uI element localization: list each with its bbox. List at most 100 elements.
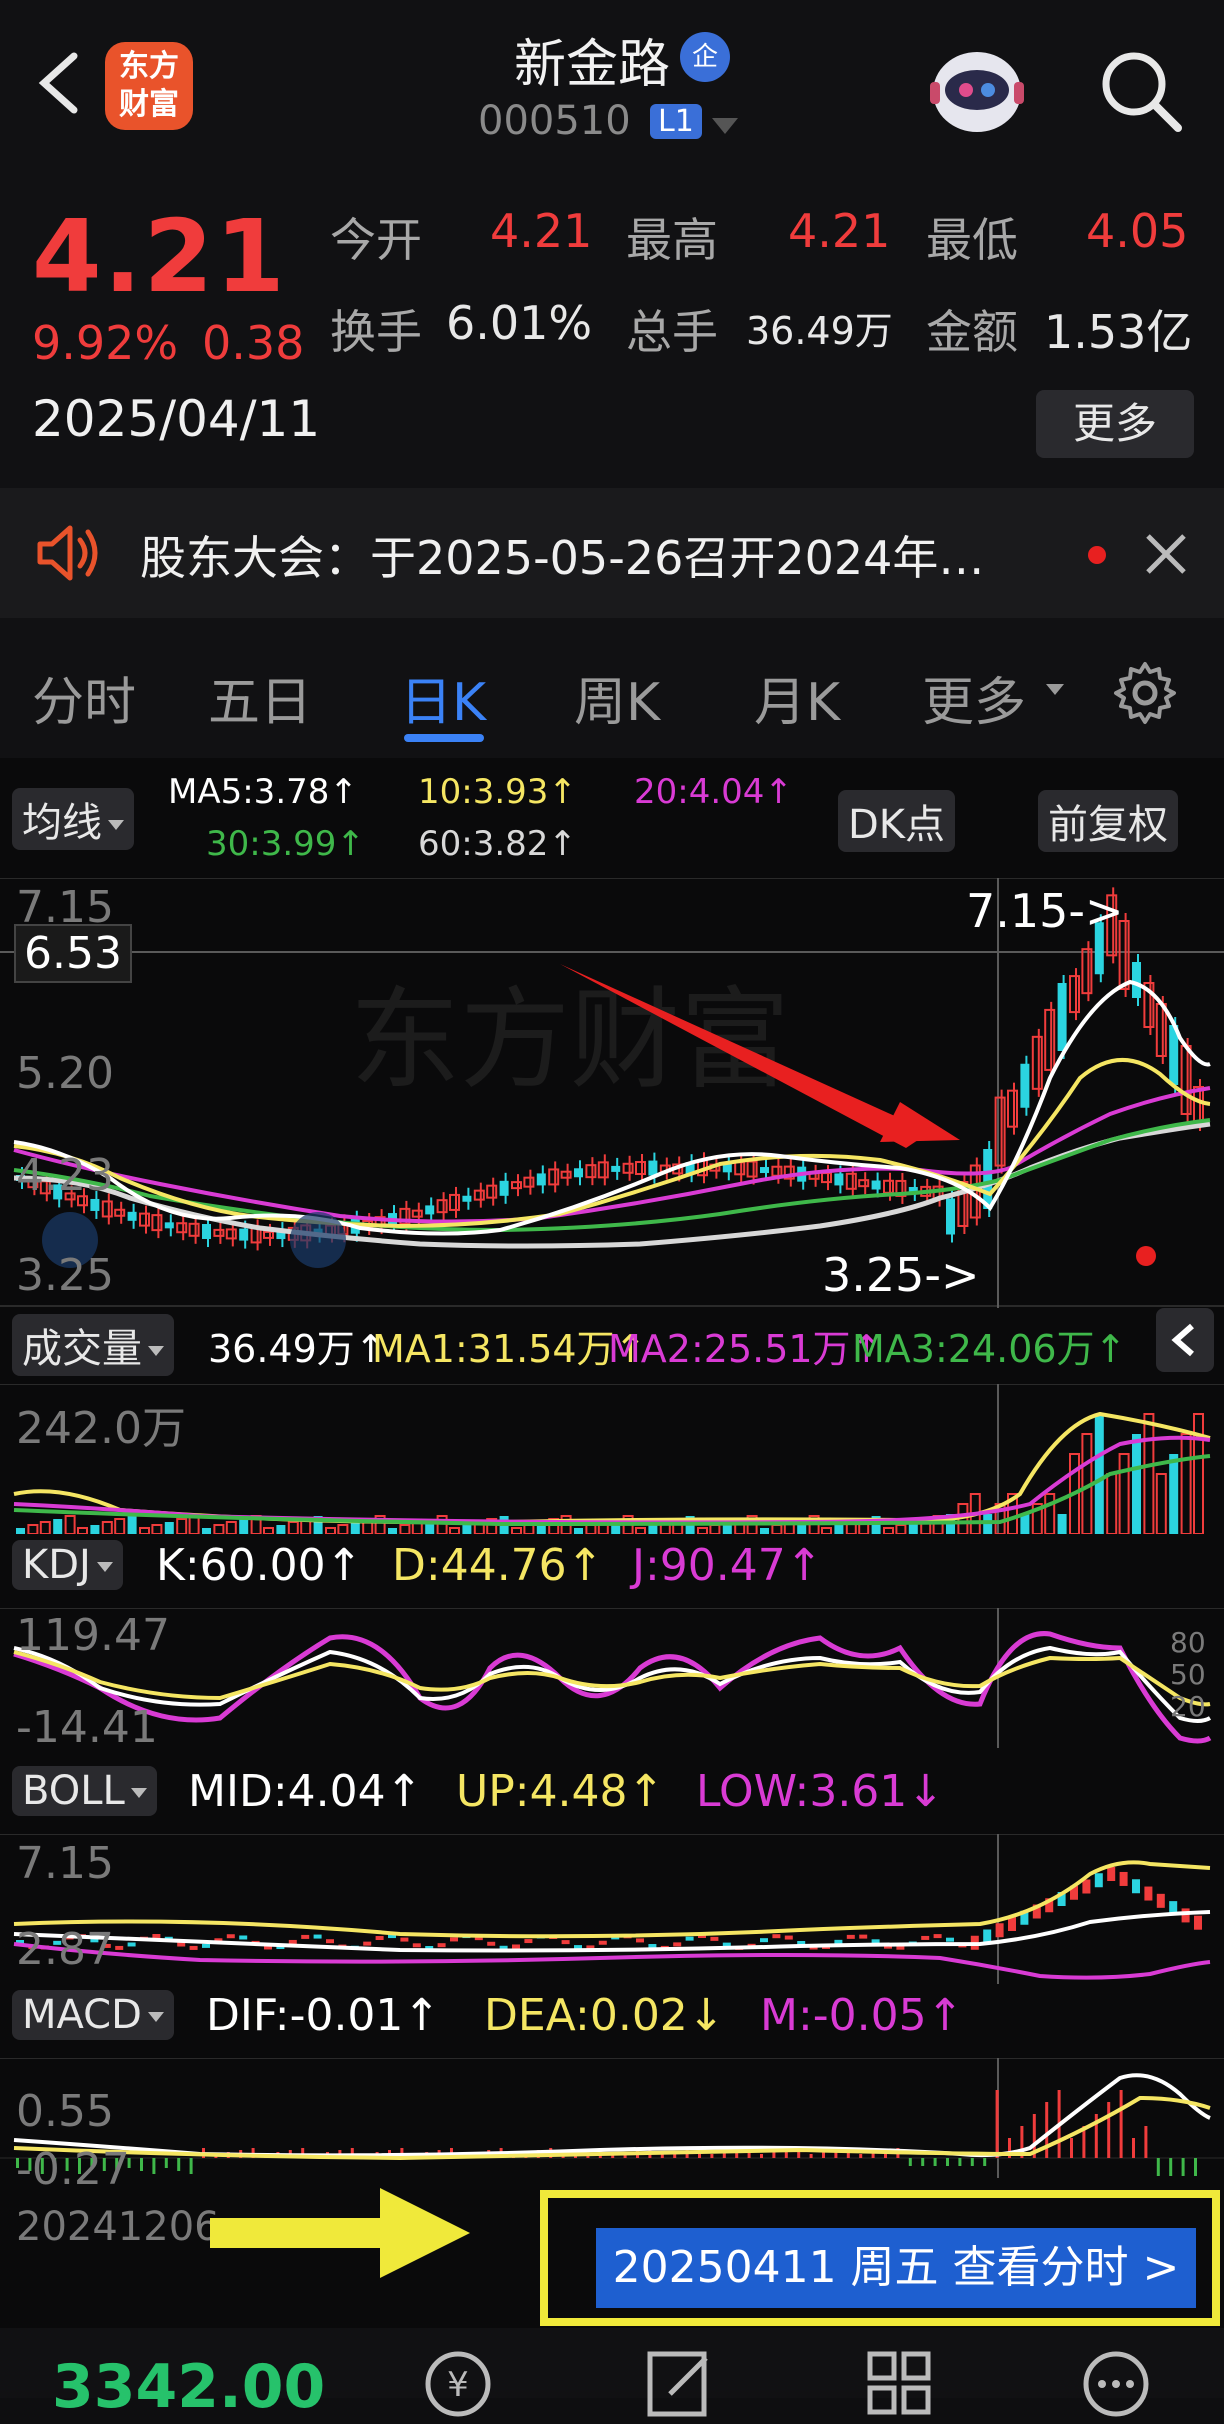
bottom-bar: 3342.00 ¥ [0,2328,1224,2422]
boll-candle [1094,1873,1103,1888]
marker-right-icon[interactable] [290,1212,346,1268]
tab-five-day[interactable]: 五日 [208,660,312,735]
boll-candle [177,1942,186,1947]
kline-y-low: 4.23 [16,1150,114,1201]
volume-bar [399,1524,411,1534]
boll-candle [450,1937,458,1942]
candle [648,1160,658,1176]
notice-text[interactable]: 股东大会：于2025-05-26召开2024年… [140,522,1040,588]
kline-y-bottom: 3.25 [16,1250,114,1301]
macd-bar [822,2152,825,2158]
macd-bar [1119,2090,1123,2158]
boll-candle [946,1937,954,1942]
boll-candle [239,1935,248,1940]
volume-bar [574,1528,583,1534]
candle [871,1180,881,1190]
tab-weekly-k[interactable]: 周K [574,660,660,735]
low-label: 最低 [926,213,1018,267]
volume-bar [511,1527,522,1534]
boll-candle [400,1937,409,1942]
volume-bar [350,1522,360,1534]
volume-bar [225,1521,237,1534]
candle [188,1222,200,1237]
kdj-chart[interactable] [0,1608,1224,1748]
candle [436,1199,448,1214]
macd-selector[interactable]: MACD [12,1990,174,2040]
candle [1069,975,1080,1014]
gear-icon[interactable] [1112,660,1178,726]
boll-candle [189,1945,198,1950]
macd-bar [164,2158,168,2168]
macd-bar [946,2158,949,2166]
header-bar: 东方 财富 新金路 企 000510 L1 [0,0,1224,168]
volume-bar [1180,1433,1192,1534]
chevron-down-icon [96,1562,113,1572]
level-badge[interactable]: L1 [650,104,702,139]
candle [574,1168,583,1178]
close-icon[interactable] [1140,528,1192,580]
high-value: 4.21 [788,204,891,258]
macd-bar [995,2090,999,2158]
boll-y-bottom: 2.87 [16,1924,114,1975]
candle [585,1164,597,1179]
edit-icon[interactable] [640,2344,720,2424]
dk-point-button[interactable]: DK点 [838,790,956,852]
ma10-value: 10:3.93↑ [418,772,577,812]
notice-bar[interactable]: 股东大会：于2025-05-26召开2024年… [0,488,1224,618]
more-details-button[interactable]: 更多 [1036,390,1194,458]
candle [151,1214,163,1232]
candle [239,1228,249,1241]
tab-daily-k[interactable]: 日K [400,660,486,735]
more-dots-icon[interactable] [1076,2344,1156,2424]
volume-selector[interactable]: 成交量 [12,1314,174,1376]
macd-m: M:-0.05↑ [760,1990,964,2041]
volume-bar [648,1525,658,1534]
candle [635,1161,646,1176]
chevron-down-icon[interactable] [712,118,738,134]
macd-chart[interactable] [0,2058,1224,2178]
candle [213,1228,225,1237]
boll-selector[interactable]: BOLL [12,1766,157,1816]
index-value[interactable]: 3342.00 [52,2352,325,2422]
kdj-d: D:44.76↑ [392,1540,604,1591]
macd-bar [983,2158,987,2166]
kdj-y-top: 119.47 [16,1610,170,1661]
volume-bar [771,1524,783,1534]
robot-avatar-icon[interactable] [924,40,1030,140]
candle [139,1212,150,1227]
chevron-down-icon[interactable] [1046,684,1064,695]
enterprise-badge: 企 [680,32,730,82]
tab-intraday[interactable]: 分时 [32,660,136,735]
kdj-ref-50: 50 [1170,1658,1206,1691]
kline-chart[interactable]: 东方财富 [0,878,1224,1308]
macd-bar [189,2158,193,2174]
yen-refresh-icon[interactable]: ¥ [418,2344,498,2424]
view-intraday-button[interactable]: 20250411 周五 查看分时 > [596,2228,1196,2308]
candle [449,1193,460,1211]
tab-more[interactable]: 更多 [922,660,1026,735]
boll-candle [1181,1908,1190,1923]
boll-candle [1194,1915,1202,1930]
amount-label: 金额 [926,305,1018,359]
boll-candle [437,1943,446,1948]
boll-chart[interactable] [0,1834,1224,1984]
grid-icon[interactable] [860,2344,940,2424]
volume-bar [139,1527,150,1534]
adjust-button[interactable]: 前复权 [1038,790,1178,852]
volume-bar [101,1521,113,1534]
cursor-price-label: 6.53 [14,924,132,983]
chart-area[interactable]: 均线 MA5:3.78↑ 10:3.93↑ 20:4.04↑ 30:3.99↑ … [0,758,1224,2328]
macd-dif-line [13,2073,1211,2158]
collapse-panel-button[interactable] [1156,1308,1214,1372]
start-date-label: 20241206 [16,2204,220,2250]
ma-selector[interactable]: 均线 [12,788,134,850]
candle [1155,1003,1167,1057]
macd-bar [958,2158,962,2166]
ma30-value: 30:3.99↑ [206,824,365,864]
boll-candle [326,1939,334,1944]
tab-monthly-k[interactable]: 月K [754,660,840,735]
candle [511,1181,522,1190]
kdj-selector[interactable]: KDJ [12,1540,123,1590]
search-icon[interactable] [1090,40,1190,140]
candle [1044,1008,1056,1071]
